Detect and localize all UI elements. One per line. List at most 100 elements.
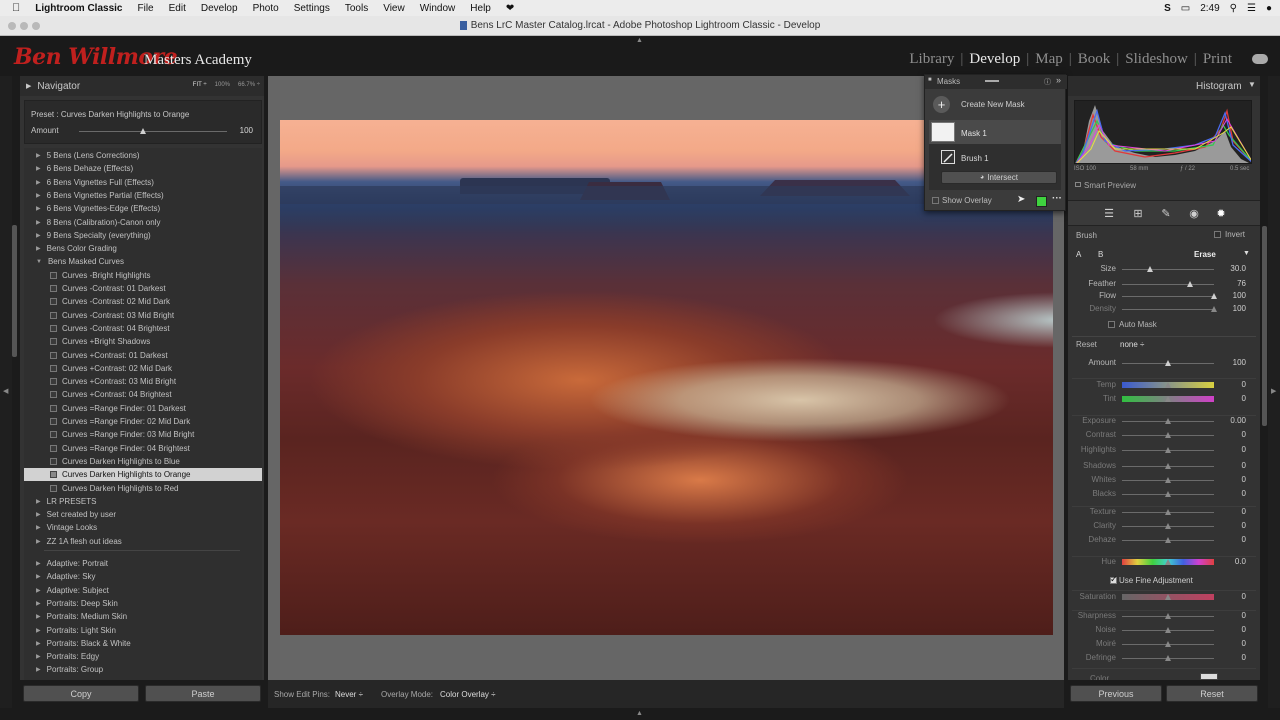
preset-item[interactable]: Curves =Range Finder: 03 Mid Bright (24, 428, 194, 441)
preset-folder[interactable]: ▶ Adaptive: Sky (24, 570, 96, 583)
reset-label[interactable]: Reset (1076, 340, 1097, 349)
smart-preview-icon[interactable] (1075, 182, 1081, 187)
brush-icon[interactable] (941, 150, 955, 164)
show-overlay-checkbox[interactable] (932, 197, 939, 204)
show-overlay-label[interactable]: Show Overlay (942, 196, 992, 205)
module-develop[interactable]: Develop (969, 51, 1020, 68)
mask-1-thumbnail[interactable] (931, 122, 955, 142)
brush-b-tab[interactable]: B (1098, 250, 1103, 259)
minimize-window-button[interactable] (20, 22, 28, 30)
crop-icon[interactable]: ⊞ (1132, 208, 1144, 220)
folder-collapsed-icon[interactable]: ▶ (36, 613, 41, 620)
sharpness-thumb[interactable] (1165, 613, 1171, 619)
right-scrollbar[interactable] (1262, 226, 1267, 426)
tint-value[interactable]: 0 (1206, 394, 1246, 403)
invert-label[interactable]: Invert (1225, 230, 1245, 239)
folder-collapsed-icon[interactable]: ▶ (36, 640, 41, 647)
mask-amount-value[interactable]: 100 (1206, 358, 1246, 367)
clarity-value[interactable]: 0 (1206, 521, 1246, 530)
folder-collapsed-icon[interactable]: ▶ (36, 524, 41, 531)
moire-value[interactable]: 0 (1206, 639, 1246, 648)
folder-collapsed-icon[interactable]: ▶ (36, 600, 41, 607)
preset-folder[interactable]: ▶ 5 Bens (Lens Corrections) (24, 149, 140, 162)
folder-collapsed-icon[interactable]: ▶ (36, 192, 41, 199)
brush-feather-value[interactable]: 76 (1206, 279, 1246, 288)
folder-collapsed-icon[interactable]: ▶ (36, 538, 41, 545)
script-icon[interactable]: ❤ (506, 3, 514, 14)
temp-value[interactable]: 0 (1206, 380, 1246, 389)
preset-amount-slider[interactable] (79, 131, 227, 132)
brush-feather-thumb[interactable] (1187, 281, 1194, 287)
preset-folder[interactable]: ▶ 6 Bens Vignettes Partial (Effects) (24, 189, 164, 202)
cloud-sync-icon[interactable] (1252, 54, 1268, 64)
preset-item[interactable]: Curves =Range Finder: 04 Brightest (24, 442, 190, 455)
dehaze-thumb[interactable] (1165, 537, 1171, 543)
highlights-value[interactable]: 0 (1206, 445, 1246, 454)
histogram-header[interactable]: Histogram ▼ (1068, 76, 1260, 96)
masks-grip-icon[interactable]: ■ (928, 77, 932, 83)
folder-collapsed-icon[interactable]: ▶ (36, 498, 41, 505)
folder-collapsed-icon[interactable]: ▶ (36, 627, 41, 634)
intersect-button[interactable]: ◕ Intersect (941, 171, 1057, 184)
preset-folder[interactable]: ▶ Adaptive: Portrait (24, 557, 108, 570)
create-new-mask-label[interactable]: Create New Mask (961, 100, 1025, 109)
brush-size-value[interactable]: 30.0 (1206, 264, 1246, 273)
folder-collapsed-icon[interactable]: ▶ (36, 666, 41, 673)
module-print[interactable]: Print (1203, 51, 1232, 68)
folder-collapsed-icon[interactable]: ▶ (36, 219, 41, 226)
preset-folder[interactable]: ▶ 8 Bens (Calibration)-Canon only (24, 216, 160, 229)
zoom-custom[interactable]: 66.7% ÷ (238, 82, 260, 88)
red-eye-icon[interactable]: ◉ (1188, 208, 1200, 220)
menu-settings[interactable]: Settings (294, 3, 330, 14)
brush-a-tab[interactable]: A (1076, 250, 1081, 259)
temp-thumb[interactable] (1165, 382, 1171, 388)
brush-flow-slider[interactable] (1122, 296, 1214, 297)
overlay-color-swatch[interactable] (1036, 196, 1047, 207)
menu-window[interactable]: Window (420, 3, 456, 14)
more-options-icon[interactable]: ··· (1052, 193, 1062, 204)
preset-item[interactable]: Curves -Contrast: 02 Mid Dark (24, 295, 170, 308)
folder-collapsed-icon[interactable]: ▶ (36, 205, 41, 212)
moire-thumb[interactable] (1165, 641, 1171, 647)
control-center-icon[interactable]: ☰ (1247, 3, 1256, 14)
navigator-collapse-icon[interactable]: ▶ (26, 82, 31, 90)
brush-menu-arrow-icon[interactable]: ▼ (1243, 250, 1250, 257)
mask-1-row[interactable]: Mask 1 (929, 120, 1061, 144)
module-slideshow[interactable]: Slideshow (1125, 51, 1188, 68)
folder-collapsed-icon[interactable]: ▶ (36, 511, 41, 518)
mask-amount-thumb[interactable] (1165, 360, 1171, 366)
noise-value[interactable]: 0 (1206, 625, 1246, 634)
brush-density-value[interactable]: 100 (1206, 304, 1246, 313)
preset-folder[interactable]: ▶ ZZ 1A flesh out ideas (24, 535, 122, 548)
clock-time[interactable]: 2:49 (1200, 3, 1219, 14)
create-new-mask-icon[interactable]: + (933, 96, 950, 113)
whites-thumb[interactable] (1165, 477, 1171, 483)
preset-item[interactable]: Curves Darken Highlights to Orange (24, 468, 262, 482)
brush-1-label[interactable]: Brush 1 (961, 154, 989, 163)
smart-preview-label[interactable]: Smart Preview (1084, 181, 1136, 190)
menu-tools[interactable]: Tools (345, 3, 368, 14)
shadows-thumb[interactable] (1165, 463, 1171, 469)
masks-help-icon[interactable]: ⓘ (1044, 77, 1051, 87)
airplay-icon[interactable]: ▭ (1181, 3, 1190, 14)
menu-photo[interactable]: Photo (253, 3, 279, 14)
folder-collapsed-icon[interactable]: ▶ (36, 573, 41, 580)
histogram-collapse-icon[interactable]: ▼ (1248, 80, 1256, 89)
dehaze-value[interactable]: 0 (1206, 535, 1246, 544)
module-map[interactable]: Map (1035, 51, 1063, 68)
search-icon[interactable]: ⚲ (1230, 3, 1237, 14)
preset-folder[interactable]: ▶ 6 Bens Vignettes-Edge (Effects) (24, 202, 160, 215)
preset-folder[interactable]: ▼ Bens Masked Curves (24, 255, 124, 268)
folder-collapsed-icon[interactable]: ▶ (36, 587, 41, 594)
skype-icon[interactable]: S (1164, 3, 1171, 14)
masks-panel-header[interactable]: ■ Masks ⓘ » (925, 75, 1067, 89)
brush-density-slider[interactable] (1122, 309, 1214, 310)
masking-icon[interactable]: ✹ (1215, 208, 1227, 220)
folder-collapsed-icon[interactable]: ▶ (36, 232, 41, 239)
preset-folder[interactable]: ▶ Bens Color Grading (24, 242, 117, 255)
mask-1-label[interactable]: Mask 1 (961, 129, 987, 138)
menu-file[interactable]: File (138, 3, 154, 14)
zoom-fit[interactable]: FIT ÷ (193, 82, 207, 88)
left-panel-toggle-icon[interactable]: ◀ (3, 387, 8, 395)
preset-folder[interactable]: ▶ Adaptive: Subject (24, 584, 109, 597)
